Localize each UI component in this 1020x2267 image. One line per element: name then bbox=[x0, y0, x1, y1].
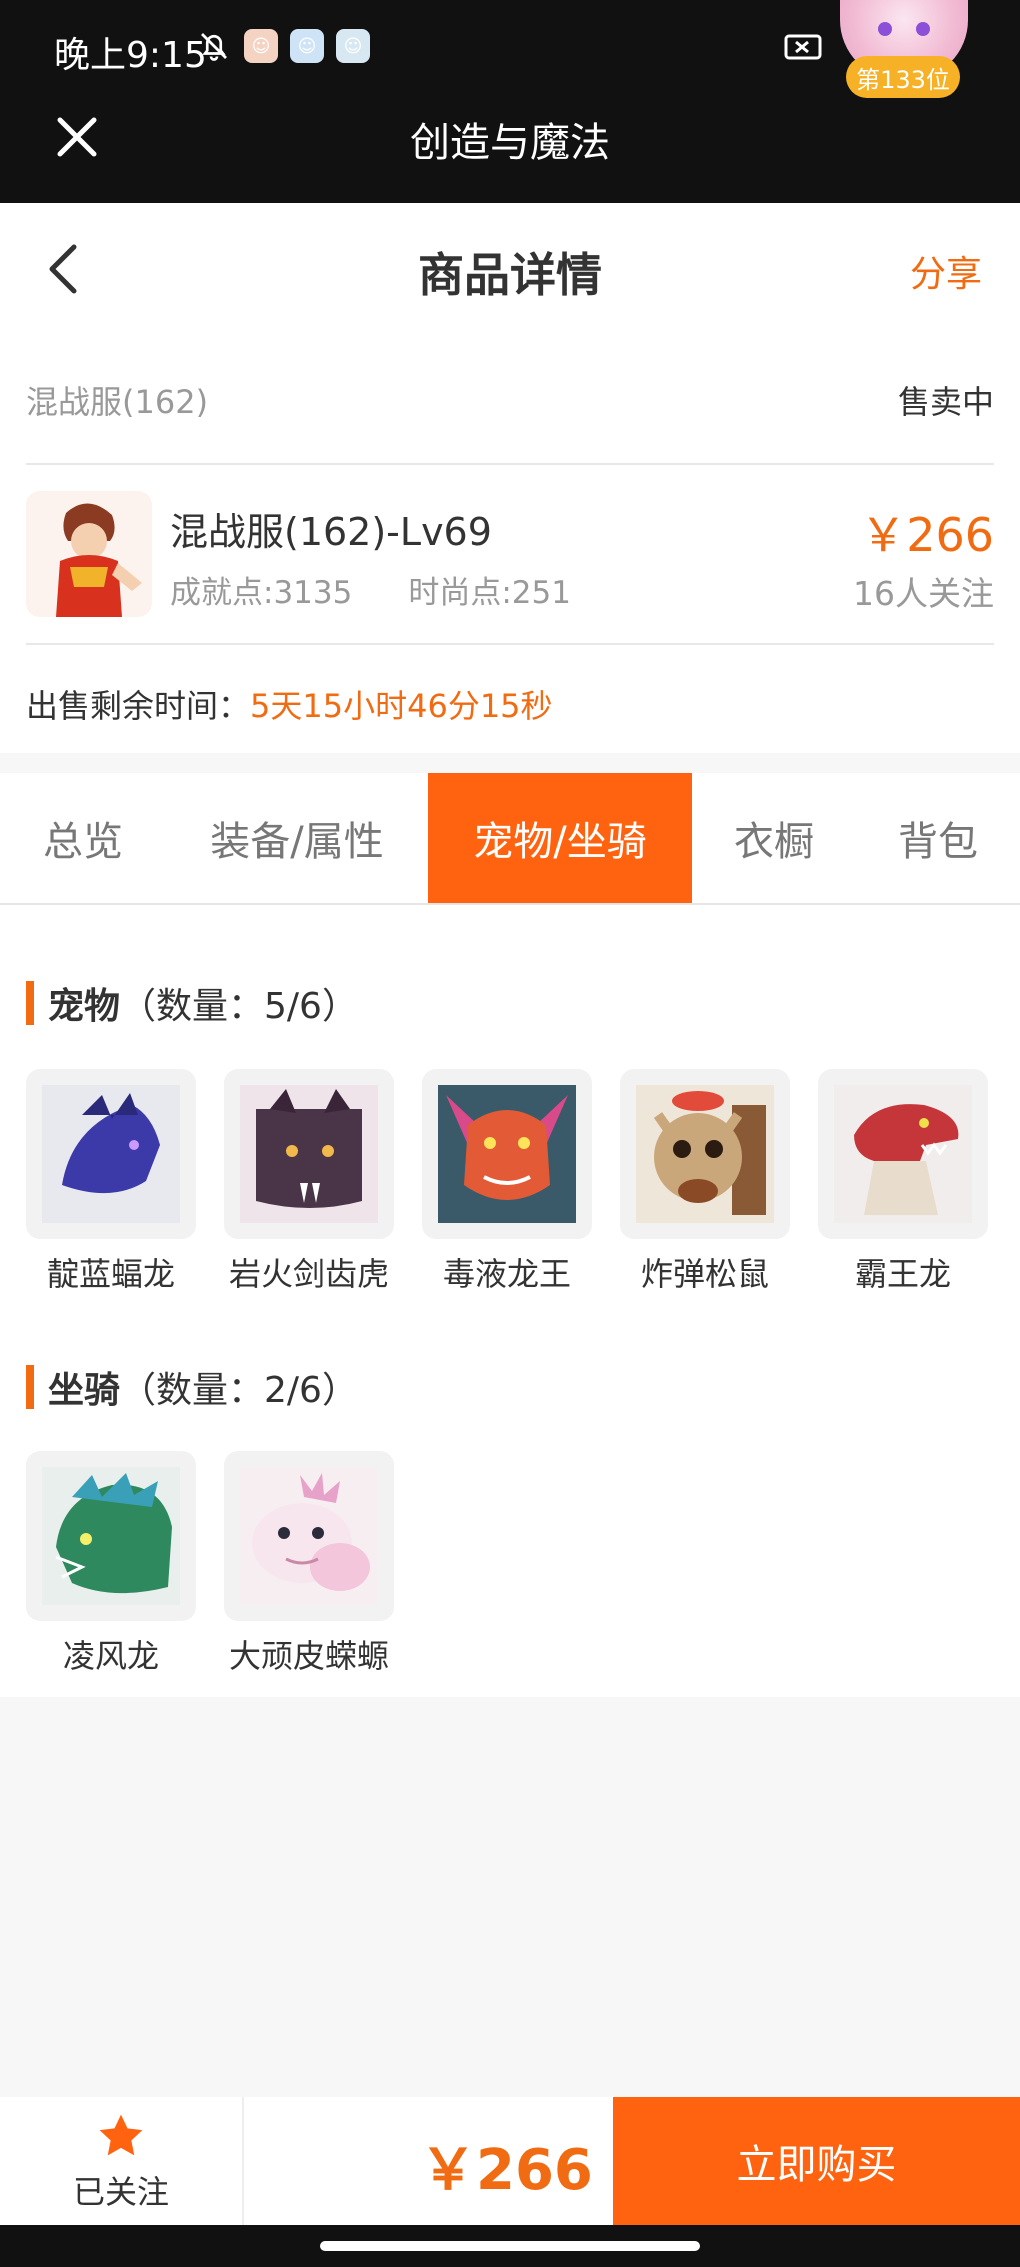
listing-card: 混战服(162) 售卖中 混战服(162)-Lv69 成就点:3135 时尚点:… bbox=[0, 333, 1020, 753]
avatar-eye bbox=[878, 22, 892, 36]
detail-tabs: 总览 装备/属性 宠物/坐骑 衣橱 背包 bbox=[0, 773, 1020, 905]
status-right bbox=[784, 32, 824, 62]
bottom-price: ￥266 bbox=[420, 2138, 593, 2203]
top-bar: 晚上9:15 ☺ ☺ ☺ 第133位 创造与魔法 bbox=[0, 0, 1020, 203]
page-title: 商品详情 bbox=[418, 248, 602, 302]
axolotl-icon bbox=[240, 1467, 378, 1605]
app-notification-icon: ☺ bbox=[290, 29, 324, 63]
pet-item[interactable]: 毒液龙王 bbox=[422, 1069, 592, 1295]
item-price: ￥266 bbox=[860, 508, 994, 562]
pet-thumb bbox=[422, 1069, 592, 1239]
pet-item[interactable]: 霸王龙 bbox=[818, 1069, 988, 1295]
home-indicator[interactable] bbox=[320, 2241, 700, 2251]
squirrel-icon bbox=[636, 1085, 774, 1223]
tab-pets-mounts[interactable]: 宠物/坐骑 bbox=[428, 773, 692, 903]
app-notification-icon: ☺ bbox=[336, 29, 370, 63]
status-time: 晚上9:15 bbox=[54, 35, 207, 76]
sabertooth-icon bbox=[240, 1085, 378, 1223]
mounts-grid: 凌风龙 大顽皮蝾螈 bbox=[26, 1451, 394, 1677]
mount-name: 大顽皮蝾螈 bbox=[228, 1637, 389, 1675]
dragon-icon bbox=[42, 1085, 180, 1223]
gesture-bar bbox=[0, 2225, 1020, 2267]
item-name: 混战服(162)-Lv69 bbox=[170, 510, 492, 554]
item-stats: 成就点:3135 时尚点:251 bbox=[170, 567, 571, 612]
tab-backpack[interactable]: 背包 bbox=[856, 773, 1020, 903]
tab-wardrobe[interactable]: 衣橱 bbox=[692, 773, 856, 903]
bell-muted-icon bbox=[201, 33, 227, 61]
remaining-value: 5天15小时46分15秒 bbox=[250, 687, 553, 725]
pet-name: 靛蓝蝠龙 bbox=[46, 1255, 175, 1293]
app-notification-icon: ☺ bbox=[244, 29, 278, 63]
mounts-section-header: 坐骑 （数量：2/6） bbox=[26, 1361, 358, 1413]
mount-item[interactable]: 大顽皮蝾螈 bbox=[224, 1451, 394, 1677]
pets-section-header: 宠物 （数量：5/6） bbox=[26, 977, 358, 1029]
buy-now-button[interactable]: 立即购买 bbox=[613, 2097, 1020, 2225]
server-name: 混战服(162) bbox=[26, 383, 209, 421]
remaining-label: 出售剩余时间： bbox=[26, 687, 251, 725]
avatar-eye bbox=[916, 22, 930, 36]
pet-name: 毒液龙王 bbox=[442, 1255, 571, 1293]
app-title: 创造与魔法 bbox=[410, 120, 610, 166]
pet-name: 岩火剑齿虎 bbox=[228, 1255, 389, 1293]
item-row[interactable]: 混战服(162)-Lv69 成就点:3135 时尚点:251 ￥266 16人关… bbox=[26, 491, 994, 617]
divider bbox=[26, 463, 994, 465]
dragon-king-icon bbox=[438, 1085, 576, 1223]
mounts-title: 坐骑 bbox=[48, 1370, 121, 1411]
mount-thumb bbox=[224, 1451, 394, 1621]
fashion-points: 时尚点:251 bbox=[408, 575, 571, 611]
pet-thumb bbox=[818, 1069, 988, 1239]
tab-overview[interactable]: 总览 bbox=[0, 773, 166, 903]
remaining-time: 出售剩余时间：5天15小时46分15秒 bbox=[26, 681, 553, 727]
mount-name: 凌风龙 bbox=[62, 1637, 159, 1675]
mounts-count: （数量：2/6） bbox=[120, 1370, 358, 1411]
pet-name: 霸王龙 bbox=[854, 1255, 951, 1293]
follow-button[interactable]: 已关注 bbox=[0, 2097, 244, 2225]
share-button[interactable]: 分享 bbox=[910, 245, 982, 297]
server-line: 混战服(162) 售卖中 bbox=[26, 377, 994, 423]
pet-item[interactable]: 岩火剑齿虎 bbox=[224, 1069, 394, 1295]
divider bbox=[26, 643, 994, 645]
sale-status: 售卖中 bbox=[897, 383, 994, 421]
character-portrait bbox=[26, 491, 152, 617]
star-icon bbox=[99, 2114, 143, 2156]
mount-thumb bbox=[26, 1451, 196, 1621]
pets-title: 宠物 bbox=[48, 986, 121, 1027]
pet-item[interactable]: 炸弹松鼠 bbox=[620, 1069, 790, 1295]
pets-count: （数量：5/6） bbox=[120, 986, 358, 1027]
trex-icon bbox=[834, 1085, 972, 1223]
pet-thumb bbox=[26, 1069, 196, 1239]
bottom-bar: 已关注 ￥266 立即购买 bbox=[0, 2097, 1020, 2225]
pet-item[interactable]: 靛蓝蝠龙 bbox=[26, 1069, 196, 1295]
wind-dragon-icon bbox=[42, 1467, 180, 1605]
rank-badge[interactable]: 第133位 bbox=[846, 56, 960, 98]
follower-count: 16人关注 bbox=[853, 574, 994, 613]
pet-thumb bbox=[224, 1069, 394, 1239]
mount-item[interactable]: 凌风龙 bbox=[26, 1451, 196, 1677]
status-icons: ☺ ☺ ☺ bbox=[196, 28, 370, 64]
character-portrait-image bbox=[26, 491, 152, 617]
tab-equipment[interactable]: 装备/属性 bbox=[166, 773, 428, 903]
follow-label: 已关注 bbox=[72, 2173, 169, 2211]
sim-card-off-icon bbox=[784, 34, 822, 60]
pets-grid: 靛蓝蝠龙 岩火剑齿虎 毒液龙王 炸弹松鼠 霸王龙 bbox=[26, 1069, 988, 1295]
pets-mounts-panel: 宠物 （数量：5/6） 靛蓝蝠龙 岩火剑齿虎 毒液龙王 炸弹松鼠 霸王龙 坐骑 … bbox=[0, 905, 1020, 1697]
section-marker bbox=[26, 981, 34, 1025]
pet-name: 炸弹松鼠 bbox=[640, 1255, 769, 1293]
pet-thumb bbox=[620, 1069, 790, 1239]
nav-bar: 商品详情 分享 bbox=[0, 203, 1020, 333]
achievement-points: 成就点:3135 bbox=[170, 575, 353, 611]
section-marker bbox=[26, 1365, 34, 1409]
